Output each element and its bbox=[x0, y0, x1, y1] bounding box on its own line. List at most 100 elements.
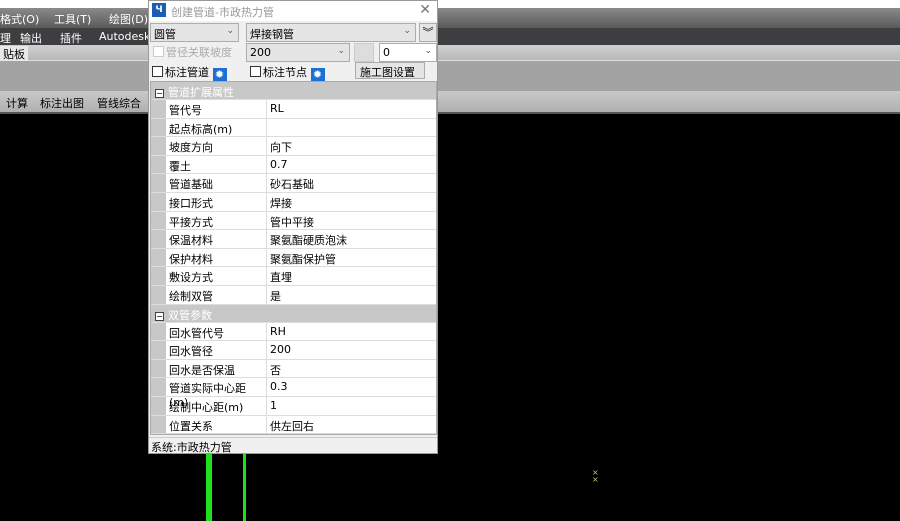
property-label: 位置关系 bbox=[166, 415, 267, 434]
chevron-down-icon: ⌄ bbox=[424, 46, 432, 56]
property-label: 管道实际中心距(m) bbox=[166, 378, 267, 409]
panel-tab-clipboard[interactable]: 贴板 bbox=[0, 46, 28, 62]
property-row[interactable]: 管代号 RL bbox=[151, 100, 436, 119]
property-row[interactable]: 绘制双管是 bbox=[151, 285, 436, 305]
property-value[interactable]: 是 bbox=[267, 286, 436, 304]
material-select[interactable]: 焊接钢管 ⌄ bbox=[246, 23, 416, 42]
property-row[interactable]: 接口形式 焊接 bbox=[151, 192, 436, 212]
property-row[interactable]: 保护材料 聚氨酯保护管 bbox=[151, 248, 436, 268]
property-row[interactable]: 位置关系 供左回右 bbox=[151, 415, 436, 435]
property-row[interactable]: 回水管代号 RH bbox=[151, 322, 436, 342]
toolbar-annotate[interactable]: 标注出图 bbox=[40, 95, 84, 111]
link-slope-label: 管径关联坡度 bbox=[166, 46, 232, 59]
property-value[interactable]: 供左回右 bbox=[267, 416, 436, 434]
property-row[interactable]: 绘制中心距(m) 1 bbox=[151, 396, 436, 416]
property-value[interactable]: 200 bbox=[267, 341, 436, 359]
link-slope-checkbox[interactable]: 管径关联坡度 bbox=[153, 44, 232, 60]
checkbox-icon bbox=[152, 66, 163, 77]
property-label: 绘制中心距(m) bbox=[166, 396, 267, 415]
close-icon[interactable]: ✕ bbox=[419, 2, 431, 18]
mark-node-label: 标注节点 bbox=[263, 66, 307, 79]
property-label: 平接方式 bbox=[166, 211, 267, 230]
ribbon-tab-autodesk[interactable]: Autodesk bbox=[99, 30, 150, 43]
window-title-strip bbox=[0, 0, 900, 8]
construction-settings-button[interactable]: 施工图设置 bbox=[355, 62, 425, 79]
gear-icon[interactable]: ✹ bbox=[212, 68, 227, 82]
ribbon-tab-plugins[interactable]: 插件 bbox=[60, 30, 82, 46]
property-row[interactable]: 敷设方式 直埋 bbox=[151, 267, 436, 286]
ribbon-tabs: 理 输出 插件 Autodesk bbox=[0, 28, 900, 45]
toolbar-calc[interactable]: 计算 bbox=[6, 95, 28, 111]
property-value[interactable]: RL bbox=[267, 100, 436, 118]
browse-button[interactable] bbox=[354, 43, 374, 62]
property-value[interactable]: 0.3 bbox=[267, 378, 436, 396]
row-gutter bbox=[151, 322, 166, 341]
property-row[interactable]: 回水管径 200 bbox=[151, 341, 436, 360]
expand-button[interactable]: ︾ bbox=[419, 23, 437, 42]
property-row[interactable]: 平接方式 管中平接 bbox=[151, 211, 436, 231]
property-row[interactable]: 管道基础 砂石基础 bbox=[151, 174, 436, 193]
property-label: 回水是否保温 bbox=[166, 359, 267, 378]
row-gutter bbox=[151, 267, 166, 285]
menu-tools[interactable]: 工具(T) bbox=[54, 11, 91, 27]
secondary-toolbar: 计算 标注出图 管线综合 bbox=[0, 91, 900, 114]
menu-draw[interactable]: 绘图(D) bbox=[109, 11, 148, 27]
property-value[interactable]: RH bbox=[267, 323, 436, 341]
property-row[interactable]: 保温材料 聚氨酯硬质泡沫 bbox=[151, 230, 436, 249]
property-row[interactable]: 管道实际中心距(m) 0.3 bbox=[151, 378, 436, 409]
ribbon-tab-output[interactable]: 输出 bbox=[20, 30, 42, 46]
property-row[interactable]: 回水是否保温否 bbox=[151, 359, 436, 379]
property-row[interactable]: 覆土 0.7 bbox=[151, 155, 436, 175]
panel-tabs: 贴板 bbox=[0, 45, 900, 62]
property-value[interactable]: 焊接 bbox=[267, 193, 436, 211]
ribbon-tab[interactable]: 理 bbox=[0, 30, 11, 46]
checkbox-icon bbox=[250, 66, 261, 77]
mark-pipe-checkbox[interactable]: 标注管道 ✹ bbox=[152, 64, 227, 82]
property-value[interactable]: 向下 bbox=[267, 137, 436, 155]
property-value[interactable]: 否 bbox=[267, 360, 436, 378]
row-gutter bbox=[151, 100, 166, 118]
property-value[interactable]: 聚氨酯保护管 bbox=[267, 249, 436, 267]
property-value[interactable]: 0.7 bbox=[267, 156, 436, 174]
toolbar-pipeline[interactable]: 管线综合 bbox=[97, 95, 141, 111]
row-gutter bbox=[151, 396, 166, 415]
property-row[interactable]: 坡度方向 向下 bbox=[151, 137, 436, 156]
section-header-double-pipe[interactable]: − 双管参数 bbox=[151, 304, 436, 323]
offset-value: 0 bbox=[383, 46, 390, 59]
chevron-down-icon: ⌄ bbox=[337, 46, 345, 56]
mark-node-checkbox[interactable]: 标注节点 ✹ bbox=[250, 64, 325, 82]
row-gutter bbox=[151, 192, 166, 211]
collapse-icon[interactable]: − bbox=[155, 311, 164, 321]
property-label: 敷设方式 bbox=[166, 267, 267, 285]
status-bar: 系统:市政热力管 bbox=[149, 437, 437, 454]
property-value[interactable]: 砂石基础 bbox=[267, 174, 436, 192]
section-header-pipe-ext[interactable]: − 管道扩展属性 bbox=[151, 82, 436, 100]
property-label: 覆土 bbox=[166, 155, 267, 174]
row-gutter bbox=[151, 248, 166, 267]
diameter-select[interactable]: 200 ⌄ bbox=[246, 43, 350, 62]
row-gutter bbox=[151, 137, 166, 155]
collapse-icon[interactable]: − bbox=[155, 89, 164, 98]
property-label: 绘制双管 bbox=[166, 285, 267, 304]
app-logo-icon: Ч bbox=[152, 3, 166, 17]
property-value[interactable]: 1 bbox=[267, 397, 436, 415]
row-gutter bbox=[151, 285, 166, 304]
property-row[interactable]: 起点标高(m) bbox=[151, 118, 436, 138]
menu-format[interactable]: 格式(O) bbox=[0, 11, 39, 27]
shape-value: 圆管 bbox=[154, 28, 176, 41]
diameter-value: 200 bbox=[250, 46, 271, 59]
row-gutter bbox=[151, 415, 166, 434]
property-value[interactable] bbox=[267, 119, 436, 137]
property-value[interactable]: 直埋 bbox=[267, 267, 436, 285]
row-gutter bbox=[151, 230, 166, 248]
row-gutter bbox=[151, 211, 166, 230]
shape-select[interactable]: 圆管 ⌄ bbox=[150, 23, 239, 42]
property-label: 坡度方向 bbox=[166, 137, 267, 155]
gear-icon[interactable]: ✹ bbox=[310, 68, 325, 82]
offset-select[interactable]: 0 ⌄ bbox=[379, 43, 437, 62]
menu-bar: 格式(O) 工具(T) 绘图(D) bbox=[0, 8, 900, 28]
node-marker-icon: × × bbox=[592, 468, 599, 484]
property-value[interactable]: 管中平接 bbox=[267, 212, 436, 230]
chevron-down-icon: ⌄ bbox=[403, 26, 411, 36]
property-value[interactable]: 聚氨酯硬质泡沫 bbox=[267, 230, 436, 248]
